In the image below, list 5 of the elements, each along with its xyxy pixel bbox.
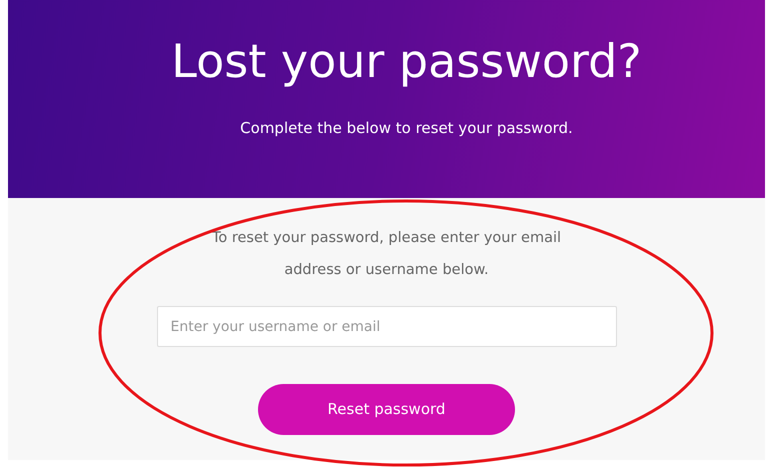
reset-password-button[interactable]: Reset password xyxy=(258,384,515,435)
page-title: Lost your password? xyxy=(171,34,642,90)
username-email-field[interactable]: Enter your username or email xyxy=(156,306,616,347)
instructions-text: To reset your password, please enter your email address or username below. xyxy=(210,229,562,280)
page-subtitle: Complete the below to reset your password. xyxy=(240,118,573,140)
